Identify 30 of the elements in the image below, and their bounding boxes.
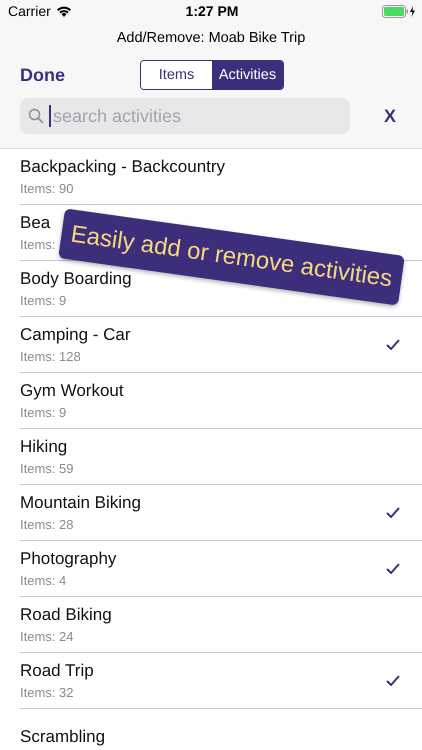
item-count: Items: 4 xyxy=(20,573,66,588)
item-count: Items: 24 xyxy=(20,629,74,644)
item-count: Items: 59 xyxy=(20,461,74,476)
item-count: Items: 28 xyxy=(20,517,74,532)
activity-name[interactable]: Road Biking xyxy=(20,605,112,625)
carrier-label: Carrier xyxy=(8,3,51,19)
search-field[interactable]: search activities xyxy=(20,98,350,134)
battery-icon xyxy=(382,4,416,18)
activity-name[interactable]: Hiking xyxy=(20,437,68,457)
clear-button[interactable]: X xyxy=(350,106,402,126)
activity-name[interactable]: Bea xyxy=(20,213,50,233)
done-button[interactable]: Done xyxy=(20,64,140,86)
activity-name[interactable]: Mountain Biking xyxy=(20,493,141,513)
item-count: Items: 90 xyxy=(20,181,74,196)
segment-tab[interactable]: Items xyxy=(141,61,212,89)
segment-tab[interactable]: Activities xyxy=(212,61,283,89)
activity-name[interactable]: Gym Workout xyxy=(20,381,124,401)
wifi-icon xyxy=(56,5,72,17)
activity-name[interactable]: Camping - Car xyxy=(20,325,131,345)
activity-name[interactable]: Backpacking - Backcountry xyxy=(20,157,226,177)
item-count: Items: 128 xyxy=(20,349,81,364)
item-count: Items: 9 xyxy=(20,405,66,420)
status-time: 1:27 PM xyxy=(186,3,238,19)
activity-name[interactable]: Scrambling xyxy=(20,726,106,746)
activity-name[interactable]: Photography xyxy=(20,549,116,569)
screen-title: Add/Remove: Moab Bike Trip xyxy=(116,29,306,48)
activity-name[interactable]: Road Trip xyxy=(20,661,94,681)
item-count: Items: 32 xyxy=(20,685,74,700)
item-count: Items: xyxy=(20,237,56,252)
search-icon xyxy=(28,108,44,124)
